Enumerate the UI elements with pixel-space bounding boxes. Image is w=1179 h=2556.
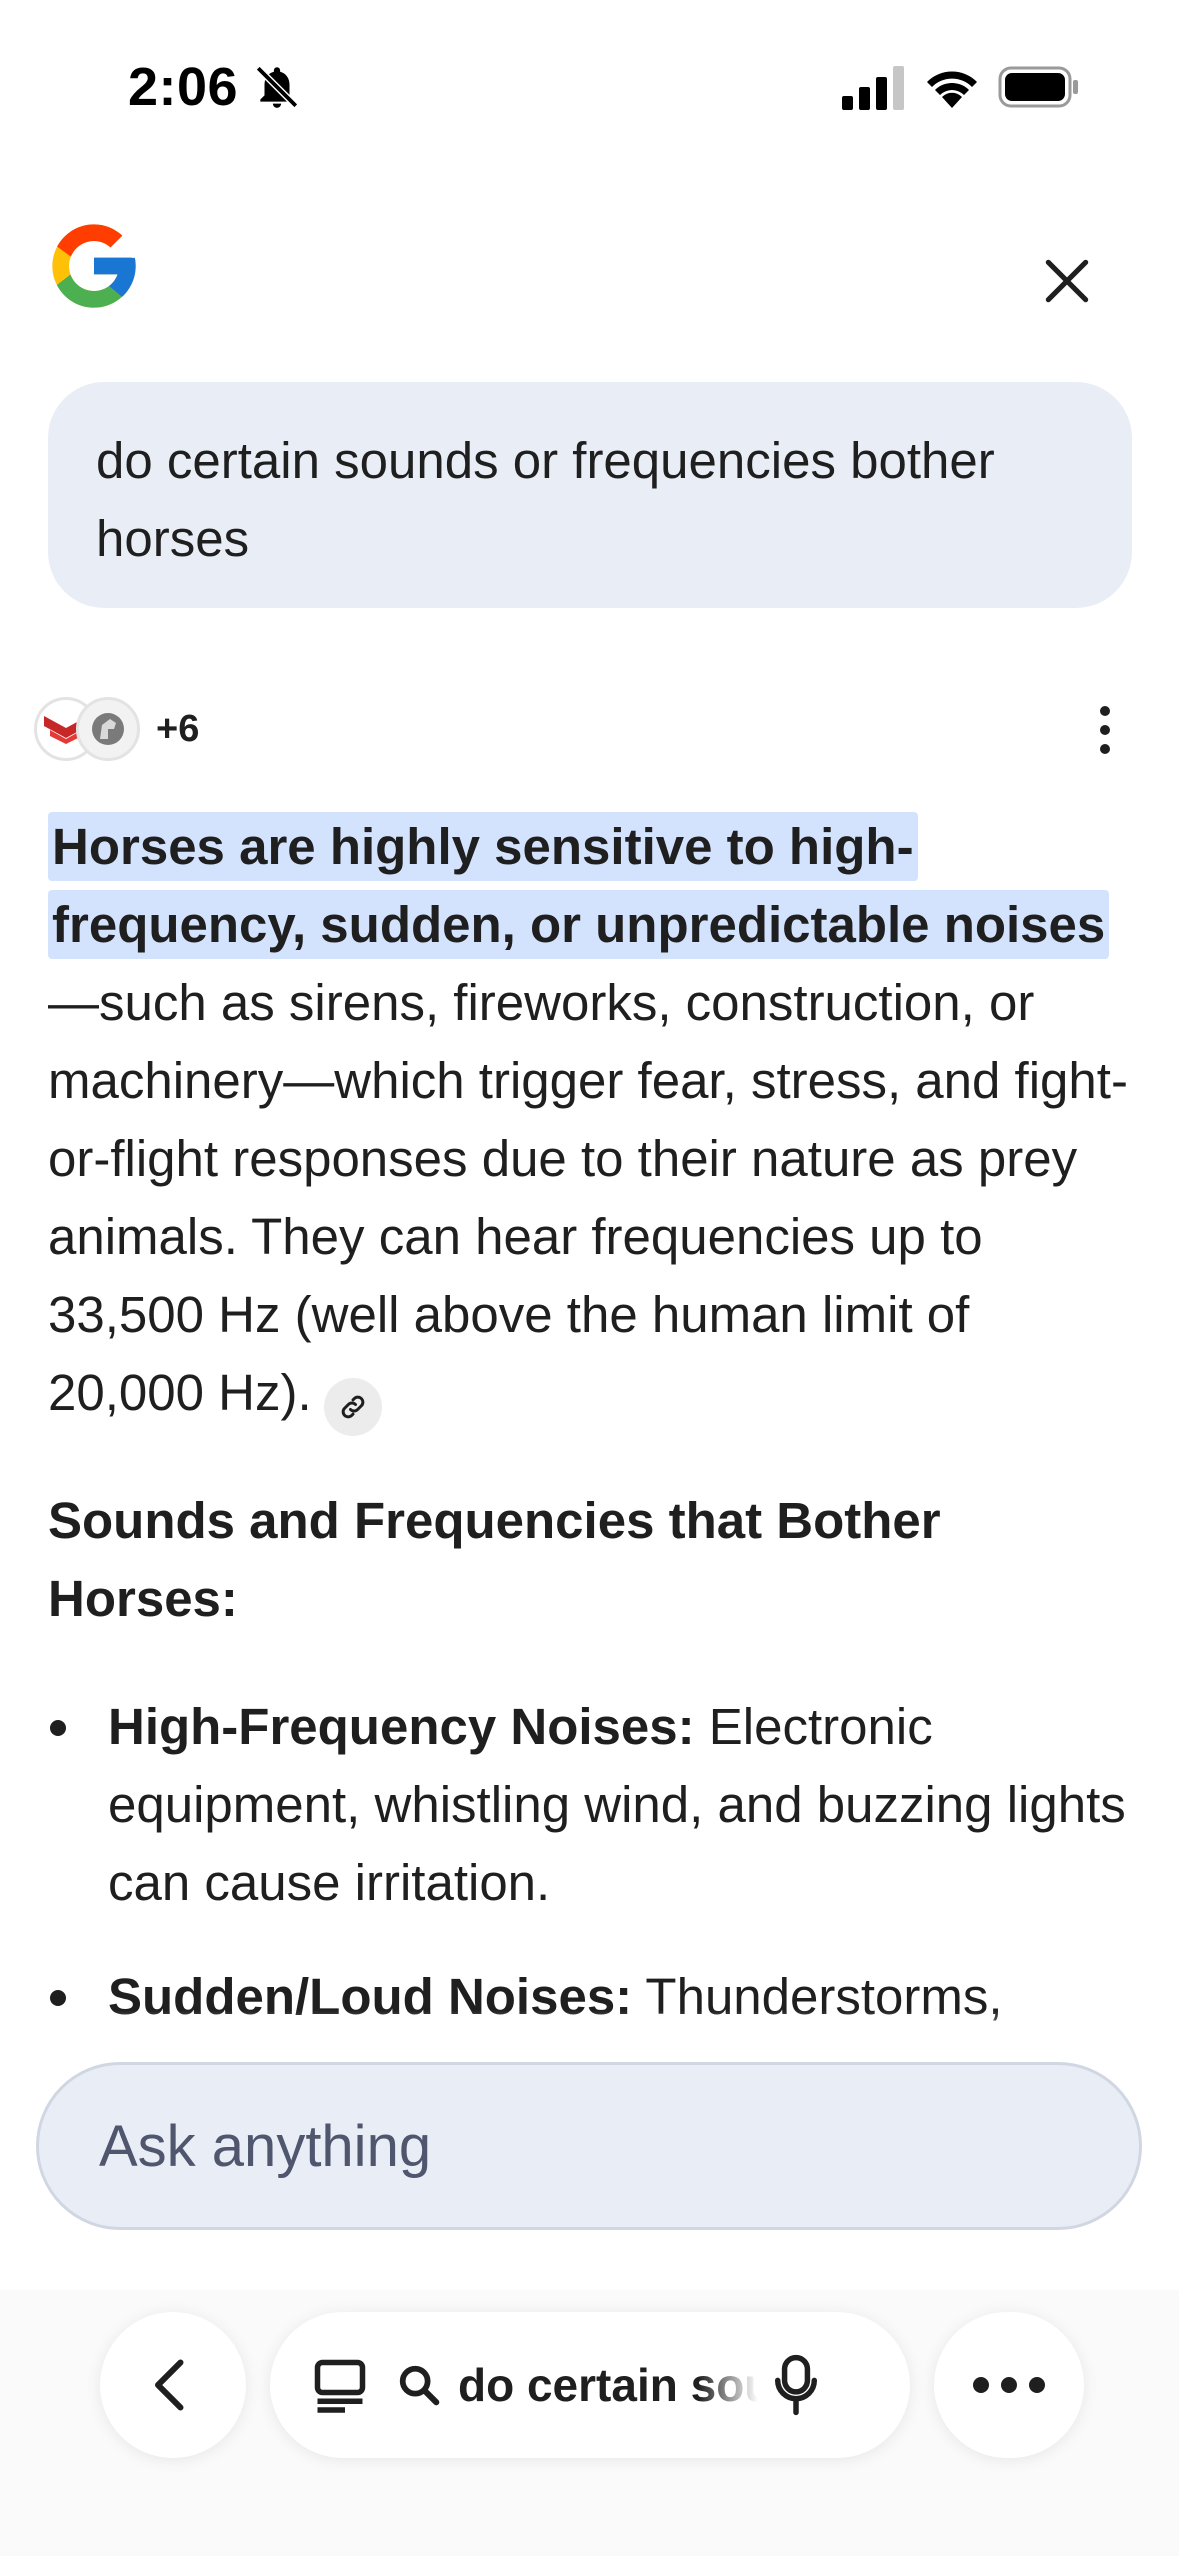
bullet-label: High-Frequency Noises: bbox=[108, 1698, 695, 1755]
mic-icon[interactable] bbox=[768, 2353, 824, 2417]
close-icon bbox=[1045, 259, 1089, 303]
back-button[interactable] bbox=[100, 2312, 246, 2458]
list-item: High-Frequency Noises: Electronic equipm… bbox=[48, 1688, 1138, 1922]
ask-input[interactable] bbox=[99, 2112, 999, 2180]
wifi-icon bbox=[927, 71, 977, 108]
bell-off-icon bbox=[255, 65, 299, 109]
more-horiz-button[interactable] bbox=[934, 2312, 1084, 2458]
ask-bar[interactable] bbox=[36, 2062, 1142, 2230]
url-text: do certain sou bbox=[458, 2359, 758, 2411]
query-text: do certain sounds or frequencies bother … bbox=[96, 432, 995, 567]
search-icon bbox=[399, 2365, 440, 2406]
more-horiz-icon bbox=[973, 2377, 989, 2393]
status-time: 2:06 bbox=[128, 57, 239, 117]
battery-icon bbox=[998, 66, 1078, 108]
more-vert-icon bbox=[1100, 706, 1110, 716]
more-options-button[interactable] bbox=[1080, 700, 1130, 760]
tabs-icon bbox=[314, 2359, 366, 2413]
citation-link-button[interactable] bbox=[323, 1378, 382, 1436]
answer-body: —such as sirens, fireworks, construction… bbox=[48, 974, 1128, 1421]
screen: 2:06 do certain sounds or frequencies bo… bbox=[0, 0, 1179, 2556]
link-icon bbox=[341, 1395, 364, 1419]
answer-highlight: Horses are highly sensitive to high-freq… bbox=[48, 812, 1110, 959]
source-favicon-horse bbox=[76, 697, 140, 761]
answer-paragraph: Horses are highly sensitive to high-freq… bbox=[48, 808, 1138, 1436]
close-button[interactable] bbox=[1024, 238, 1110, 324]
sources-row[interactable]: +6 bbox=[34, 694, 199, 764]
google-g-logo bbox=[52, 224, 136, 308]
url-pill[interactable]: do certain sou bbox=[270, 2312, 910, 2458]
status-bar: 2:06 bbox=[0, 0, 1179, 170]
query-bubble: do certain sounds or frequencies bother … bbox=[48, 382, 1132, 608]
cellular-signal-icon bbox=[842, 66, 904, 110]
back-icon bbox=[155, 2359, 184, 2411]
sources-count: +6 bbox=[156, 707, 200, 750]
section-title: Sounds and Frequencies that Bother Horse… bbox=[48, 1492, 941, 1627]
